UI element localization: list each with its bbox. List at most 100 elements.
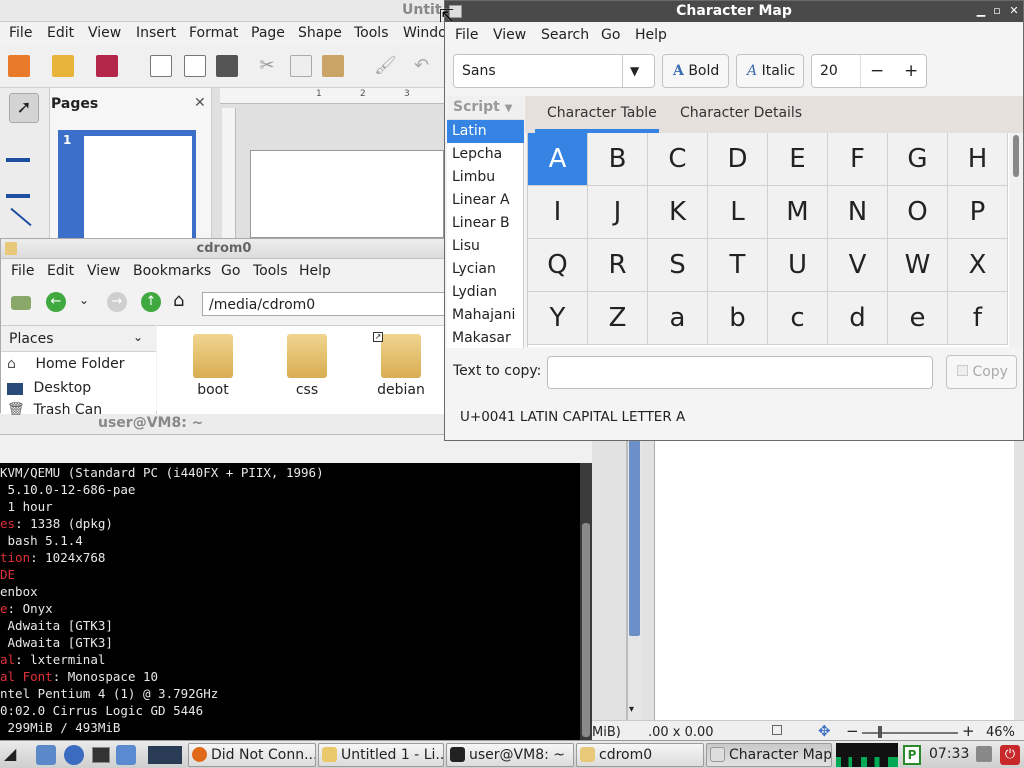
copy-icon[interactable] [290,55,312,77]
script-item[interactable]: Linear B [447,212,524,235]
zoom-slider[interactable] [862,732,958,734]
update-notifier-icon[interactable]: P [903,745,921,765]
cm-menu-go[interactable]: Go [601,27,620,43]
fill-color-icon[interactable] [6,176,30,198]
fit-page-icon[interactable]: ✥ [818,722,831,740]
character-cell[interactable]: K [648,186,708,239]
terminal-scrollbar-thumb[interactable] [582,523,590,737]
cut-icon[interactable]: ✂ [256,55,278,77]
export-pdf-icon[interactable] [184,55,206,77]
minimize-icon[interactable]: ▁ [975,5,987,17]
cm-menu-help[interactable]: Help [635,27,667,43]
fm-menu-view[interactable]: View [87,263,120,279]
character-cell[interactable]: F [828,133,888,186]
character-cell[interactable]: D [708,133,768,186]
paste-icon[interactable] [322,55,344,77]
draw-menu-window[interactable]: Windo [403,25,447,41]
character-cell[interactable]: T [708,239,768,292]
character-cell[interactable]: O [888,186,948,239]
location-bar[interactable]: /media/cdrom0 [202,292,447,316]
start-menu-icon[interactable]: ◢ [4,744,32,766]
volume-icon[interactable] [976,746,992,762]
character-cell[interactable]: f [948,292,1008,345]
clock[interactable]: 07:33 [929,746,969,762]
font-selector[interactable]: Sans ▼ [453,54,655,88]
maximize-icon[interactable]: ▫ [991,5,1003,17]
character-cell[interactable]: L [708,186,768,239]
cm-menu-search[interactable]: Search [541,27,589,43]
draw-menu-insert[interactable]: Insert [136,25,176,41]
zoom-in-icon[interactable]: + [962,722,975,740]
character-cell[interactable]: I [528,186,588,239]
home-icon[interactable]: ⌂ [173,290,184,311]
open-folder-icon[interactable] [52,55,74,77]
script-item[interactable]: Linear A [447,189,524,212]
script-item[interactable]: Mahajani [447,304,524,327]
browser-launcher-icon[interactable] [64,745,84,765]
cm-menu-file[interactable]: File [455,27,478,43]
draw-menu-file[interactable]: File [9,25,32,41]
taskbar-item-terminal[interactable]: user@VM8: ~ [446,743,574,767]
character-cell[interactable]: e [888,292,948,345]
place-trash[interactable]: 🗑 Trash Can [1,399,156,415]
font-size-value[interactable]: 20 [820,55,838,87]
close-icon[interactable]: ✕ [194,95,206,111]
tab-character-table[interactable]: Character Table [547,105,657,121]
character-cell[interactable]: J [588,186,648,239]
fm-menu-help[interactable]: Help [299,263,331,279]
script-column-header[interactable]: Script ▼ [447,96,524,120]
script-item[interactable]: Makasar [447,327,524,350]
character-cell[interactable]: Y [528,292,588,345]
script-item[interactable]: Latin [447,120,524,143]
terminal-output[interactable]: KVM/QEMU (Standard PC (i440FX + PIIX, 19… [0,463,580,745]
print-icon[interactable] [216,55,238,77]
character-cell[interactable]: N [828,186,888,239]
desktop-launcher-icon[interactable] [116,745,136,765]
copy-button[interactable]: Copy [946,355,1017,389]
taskbar-item-browser[interactable]: Did Not Conn... [188,743,316,767]
character-cell[interactable]: W [888,239,948,292]
character-cell[interactable]: H [948,133,1008,186]
draw-canvas[interactable]: 1 2 3 [212,88,444,238]
terminal-launcher-icon[interactable] [92,747,110,763]
increase-size-button[interactable]: + [904,55,918,87]
undo-icon[interactable]: ↶ [414,55,436,77]
bold-toggle[interactable]: A Bold [662,54,729,88]
character-cell[interactable]: P [948,186,1008,239]
vertical-scrollbar[interactable]: ▾ [628,440,641,720]
file-item-boot[interactable]: boot [173,382,253,398]
character-cell[interactable]: S [648,239,708,292]
place-home-folder[interactable]: ⌂ Home Folder [1,353,156,377]
fm-menu-bookmarks[interactable]: Bookmarks [133,263,211,279]
decrease-size-button[interactable]: − [870,55,884,87]
text-to-copy-input[interactable] [547,356,933,389]
folder-icon[interactable] [193,334,233,378]
draw-menu-shape[interactable]: Shape [298,25,342,41]
cm-menu-view[interactable]: View [493,27,526,43]
character-cell[interactable]: d [828,292,888,345]
power-icon[interactable]: ⏻ [1000,745,1020,765]
draw-canvas-lower[interactable]: ▾ [592,440,1024,720]
draw-menu-view[interactable]: View [88,25,121,41]
script-item[interactable]: Lydian [447,281,524,304]
taskbar-item-character-map[interactable]: Character Map [706,743,832,767]
zoom-out-icon[interactable]: − [846,722,859,740]
file-item-css[interactable]: css [267,382,347,398]
character-cell[interactable]: V [828,239,888,292]
character-table-scrollbar[interactable] [1010,133,1022,347]
history-dropdown-icon[interactable]: ⌄ [79,293,89,307]
parent-folder-icon[interactable]: ↑ [141,292,161,312]
place-desktop[interactable]: Desktop [1,377,156,401]
character-table-scroll-thumb[interactable] [1013,135,1019,177]
tab-character-details[interactable]: Character Details [680,105,802,121]
places-header[interactable]: Places ⌄ [1,326,156,352]
draw-menu-page[interactable]: Page [251,25,285,41]
drawing-page[interactable] [250,150,444,238]
character-cell[interactable]: c [768,292,828,345]
character-cell[interactable]: C [648,133,708,186]
fm-menu-edit[interactable]: Edit [47,263,74,279]
line-tool-icon[interactable] [10,207,32,227]
character-cell[interactable]: E [768,133,828,186]
forward-icon[interactable]: → [107,292,127,312]
terminal-scrollbar[interactable] [580,463,592,745]
